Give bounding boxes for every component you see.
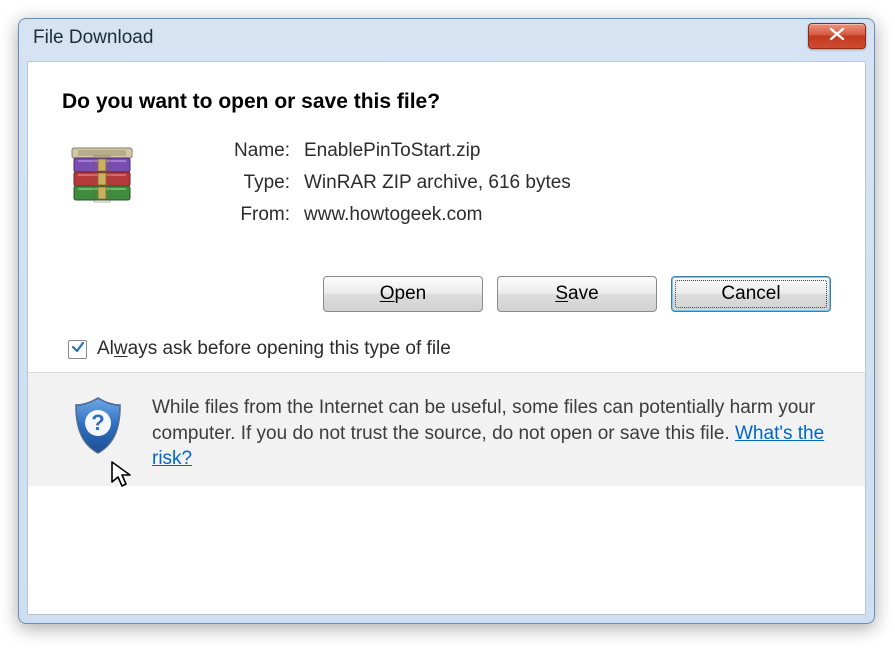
dialog-heading: Do you want to open or save this file?	[62, 90, 831, 114]
always-ask-label[interactable]: Always ask before opening this type of f…	[97, 338, 451, 360]
file-info-block: Name: EnablePinToStart.zip Type: WinRAR …	[62, 140, 831, 236]
check-icon	[71, 340, 85, 359]
name-label: Name:	[218, 140, 304, 162]
archive-icon	[68, 142, 138, 212]
type-value: WinRAR ZIP archive, 616 bytes	[304, 172, 831, 194]
from-value: www.howtogeek.com	[304, 204, 831, 226]
file-type-row: Type: WinRAR ZIP archive, 616 bytes	[218, 172, 831, 194]
file-info-table: Name: EnablePinToStart.zip Type: WinRAR …	[218, 140, 831, 236]
button-row: Open Save Cancel	[28, 254, 865, 334]
warning-body: While files from the Internet can be use…	[152, 397, 815, 444]
file-name-row: Name: EnablePinToStart.zip	[218, 140, 831, 162]
window-title: File Download	[33, 27, 153, 49]
close-icon	[828, 27, 846, 46]
shield-icon: ?	[70, 395, 126, 457]
client-area: Do you want to open or save this file?	[27, 61, 866, 615]
open-button[interactable]: Open	[323, 276, 483, 312]
file-download-dialog: File Download Do you want to open or sav…	[18, 18, 875, 624]
type-label: Type:	[218, 172, 304, 194]
from-label: From:	[218, 204, 304, 226]
cancel-button[interactable]: Cancel	[671, 276, 831, 312]
content-top: Do you want to open or save this file?	[28, 62, 865, 254]
name-value: EnablePinToStart.zip	[304, 140, 831, 162]
file-from-row: From: www.howtogeek.com	[218, 204, 831, 226]
always-ask-row: Always ask before opening this type of f…	[28, 334, 865, 373]
save-button[interactable]: Save	[497, 276, 657, 312]
always-ask-checkbox[interactable]	[68, 340, 87, 359]
warning-panel: ? While files from the Internet can be u…	[28, 373, 865, 486]
close-button[interactable]	[808, 23, 866, 49]
warning-text: While files from the Internet can be use…	[152, 395, 831, 472]
svg-text:?: ?	[91, 410, 104, 435]
titlebar[interactable]: File Download	[19, 19, 874, 57]
